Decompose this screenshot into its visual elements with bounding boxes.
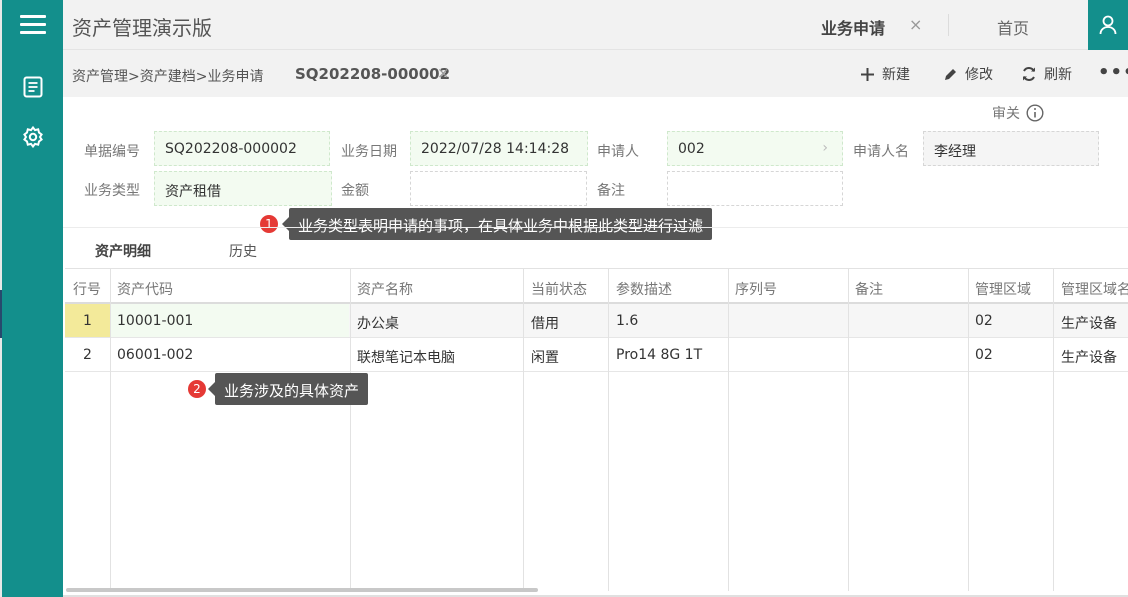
column-divider (728, 268, 729, 591)
tab-separator (948, 14, 949, 36)
biz-date-label: 业务日期 (341, 144, 397, 160)
menu-icon (19, 15, 46, 35)
breadcrumb: 资产管理>资产建档>业务申请 (72, 69, 264, 85)
tab-history[interactable]: 历史 (229, 241, 257, 261)
menu-toggle-button[interactable] (2, 0, 63, 50)
pencil-icon (945, 68, 956, 80)
column-divider (1053, 268, 1054, 591)
params-cell[interactable]: 1.6 (616, 313, 638, 329)
horizontal-scrollbar[interactable] (66, 588, 538, 592)
amount-field[interactable] (410, 171, 587, 206)
column-divider (608, 268, 609, 591)
area-name-cell[interactable]: 生产设备 (1061, 313, 1117, 333)
tab-close-icon[interactable]: × (909, 15, 922, 34)
params-cell[interactable]: Pro14 8G 1T (616, 347, 702, 363)
column-divider (350, 268, 351, 591)
sidebar (2, 0, 63, 597)
column-divider (968, 268, 969, 591)
plus-icon (861, 67, 874, 81)
area-cell[interactable]: 02 (975, 347, 993, 363)
remark-field[interactable] (667, 171, 843, 206)
biz-type-label: 业务类型 (84, 183, 140, 199)
breadcrumb-toolbar: 资产管理>资产建档>业务申请 SQ202208-000002 × 新建 修改 刷… (63, 50, 1128, 97)
doc-no-field[interactable]: SQ202208-000002 (154, 131, 330, 166)
edit-button-label: 修改 (965, 67, 993, 83)
document-tab[interactable]: SQ202208-000002 (295, 65, 450, 83)
refresh-button-label: 刷新 (1044, 67, 1072, 83)
status-cell[interactable]: 闲置 (531, 347, 559, 367)
applicant-name-field: 李经理 (923, 131, 1099, 166)
biz-date-field[interactable]: 2022/07/28 14:14:28 (410, 131, 588, 166)
column-divider (110, 268, 111, 591)
tab-home[interactable]: 首页 (997, 15, 1029, 39)
asset-code-cell[interactable]: 06001-002 (117, 347, 193, 363)
tab-business-application[interactable]: 业务申请 (821, 15, 885, 39)
more-icon[interactable]: ••• (1098, 62, 1128, 83)
column-header: 资产代码 (117, 282, 173, 298)
sidebar-item-documents[interactable] (18, 72, 48, 102)
doc-no-label: 单据编号 (84, 144, 140, 160)
user-icon (1099, 15, 1117, 35)
close-icon[interactable]: × (437, 64, 450, 82)
document-icon (23, 76, 43, 98)
row-number: 2 (83, 347, 92, 363)
new-button[interactable]: 新建 (860, 63, 910, 85)
asset-detail-table: 行号 资产代码 资产名称 当前状态 参数描述 序列号 备注 管理区域 管理区域名… (65, 268, 1128, 597)
asset-name-cell[interactable]: 办公桌 (357, 313, 399, 333)
annotation-tooltip: 业务类型表明申请的事项，在具体业务中根据此类型进行过滤 (281, 208, 713, 240)
audit-label: 审关 (992, 106, 1020, 122)
asset-name-cell[interactable]: 联想笔记本电脑 (357, 347, 455, 367)
column-header: 备注 (855, 282, 883, 298)
info-icon (1026, 104, 1044, 122)
applicant-name-label: 申请人名 (853, 144, 909, 160)
gear-icon (23, 125, 43, 149)
biz-type-field[interactable]: 资产租借 (154, 171, 332, 206)
column-divider (848, 268, 849, 591)
applicant-field[interactable]: 002 › (667, 131, 843, 166)
column-header: 参数描述 (616, 282, 672, 298)
refresh-button[interactable]: 刷新 (1021, 63, 1072, 85)
annotation-tooltip: 业务涉及的具体资产 (207, 373, 369, 405)
area-name-cell[interactable]: 生产设备 (1061, 347, 1117, 367)
tab-asset-details[interactable]: 资产明细 (95, 241, 151, 261)
column-divider (523, 268, 524, 591)
status-cell[interactable]: 借用 (531, 313, 559, 333)
annotation-badge: 2 (188, 380, 206, 398)
column-header: 管理区域名 (1061, 282, 1128, 298)
applicant-label: 申请人 (597, 144, 639, 160)
user-button[interactable] (1088, 0, 1128, 50)
column-header: 序列号 (735, 282, 777, 298)
edit-button[interactable]: 修改 (943, 63, 993, 85)
applicant-value: 002 (678, 141, 705, 157)
top-header: 资产管理演示版 业务申请 × 首页 (63, 0, 1128, 50)
area-cell[interactable]: 02 (975, 313, 993, 329)
amount-label: 金额 (341, 183, 369, 199)
section-divider (63, 227, 1128, 228)
asset-code-cell[interactable]: 10001-001 (117, 313, 193, 329)
column-header: 管理区域 (975, 282, 1031, 298)
annotation-badge: 1 (260, 215, 278, 233)
refresh-icon (1023, 67, 1035, 81)
sidebar-item-settings[interactable] (18, 122, 48, 152)
audit-toggle[interactable]: 审关 (992, 103, 1044, 123)
column-header: 资产名称 (357, 282, 413, 298)
column-header: 当前状态 (531, 282, 587, 298)
chevron-right-icon[interactable]: › (822, 140, 828, 156)
new-button-label: 新建 (882, 67, 910, 83)
app-title: 资产管理演示版 (72, 16, 212, 40)
remark-label: 备注 (597, 183, 625, 199)
column-header: 行号 (73, 282, 101, 298)
row-number: 1 (65, 304, 110, 337)
